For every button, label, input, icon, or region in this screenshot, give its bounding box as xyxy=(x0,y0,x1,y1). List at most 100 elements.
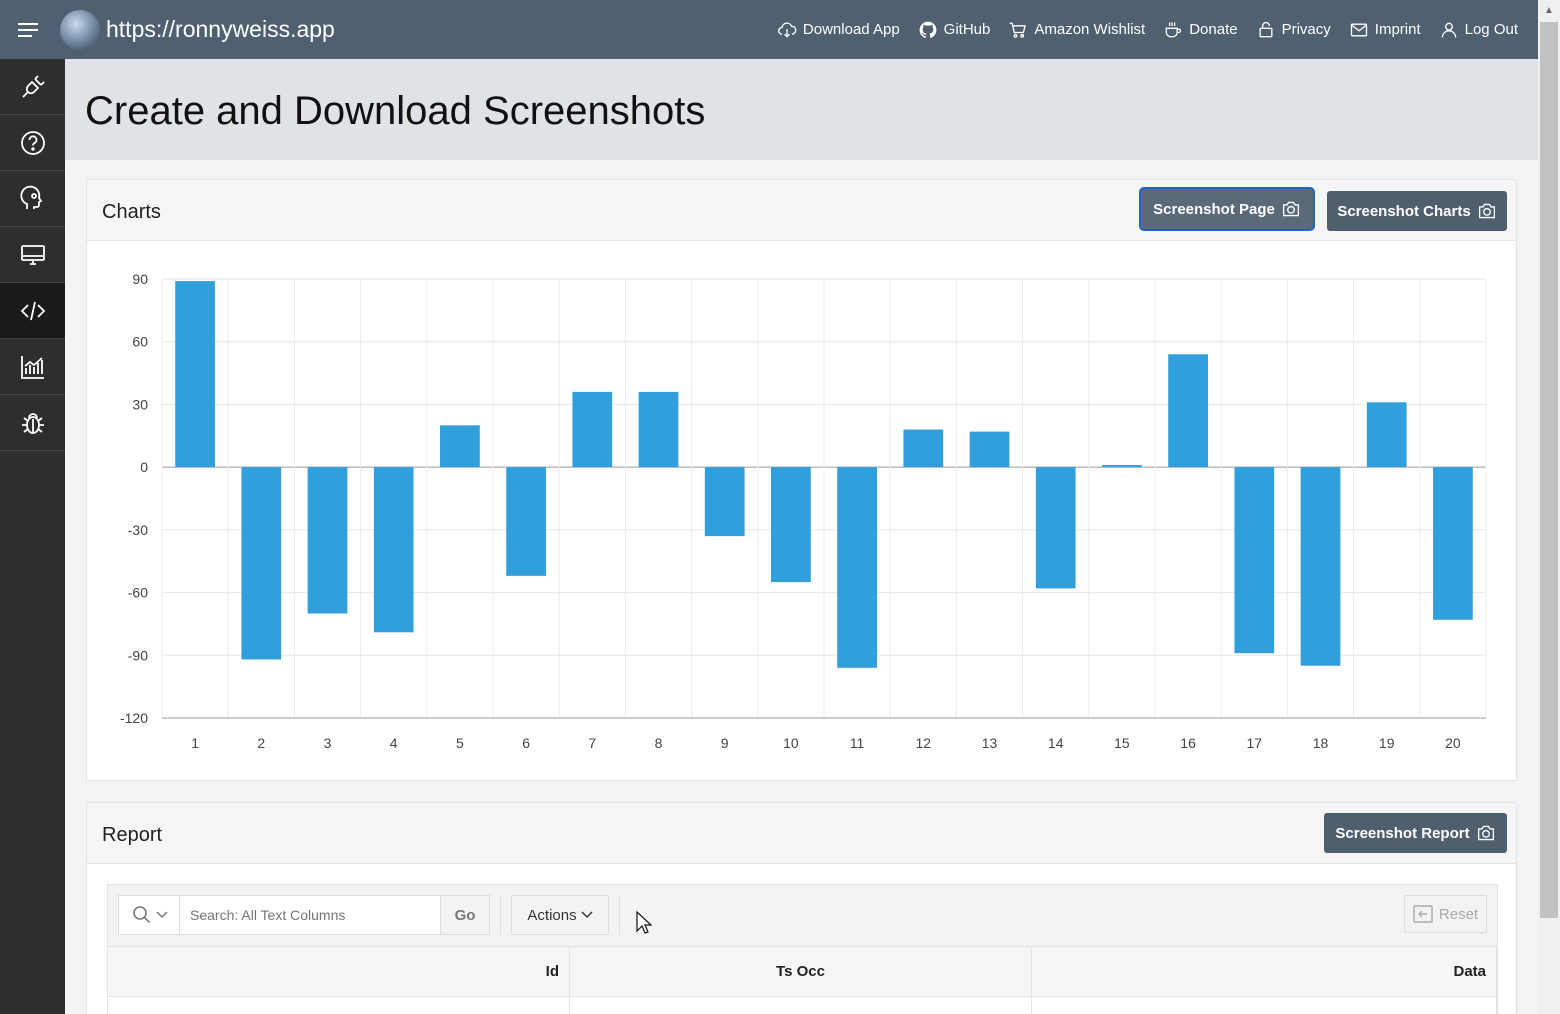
cell-ts-occ: 12-SEP-21 xyxy=(570,997,1032,1014)
sidebar-item-profile[interactable] xyxy=(0,171,65,227)
bar xyxy=(241,467,282,660)
button-label: Screenshot Page xyxy=(1153,200,1275,218)
hamburger-icon xyxy=(18,22,38,37)
sidebar-item-charts[interactable] xyxy=(0,339,65,395)
mouse-cursor-icon xyxy=(636,911,652,934)
x-tick-label: 15 xyxy=(1114,735,1130,751)
screenshot-charts-button[interactable]: Screenshot Charts xyxy=(1327,191,1507,231)
menu-toggle-button[interactable] xyxy=(0,0,58,59)
sidebar-item-help[interactable] xyxy=(0,115,65,171)
column-header-ts-occ[interactable]: Ts Occ xyxy=(570,947,1032,996)
bar xyxy=(307,467,348,614)
bar xyxy=(1168,354,1208,468)
bar xyxy=(373,467,414,633)
sidebar-item-code[interactable] xyxy=(0,283,65,339)
plug-icon xyxy=(21,74,45,98)
nav-privacy[interactable]: Privacy xyxy=(1256,20,1331,40)
y-tick-label: -30 xyxy=(128,522,148,538)
x-tick-label: 8 xyxy=(655,735,663,751)
coffee-icon xyxy=(1165,22,1182,37)
app-title-link[interactable]: https://ronnyweiss.app xyxy=(106,16,335,43)
search-icon xyxy=(132,906,150,924)
bug-icon xyxy=(21,412,44,434)
charts-region-header: Charts Screenshot Page Screenshot Charts xyxy=(87,180,1516,241)
head-profile-icon xyxy=(19,185,42,209)
nav-label: Log Out xyxy=(1464,21,1518,38)
report-table: Id Ts Occ Data 1 12-SEP-21 43.65 xyxy=(107,946,1498,1014)
bar xyxy=(638,391,679,468)
screenshot-page-button[interactable]: Screenshot Page xyxy=(1141,189,1313,229)
page-title: Create and Download Screenshots xyxy=(85,89,706,133)
table-header-row: Id Ts Occ Data xyxy=(108,947,1497,997)
camera-icon xyxy=(1477,825,1494,841)
sidebar-item-debug[interactable] xyxy=(0,395,65,451)
download-cloud-icon xyxy=(778,22,797,38)
bar xyxy=(1300,467,1341,666)
cell-data: 43.65 xyxy=(1032,997,1497,1014)
column-header-data[interactable]: Data xyxy=(1032,947,1497,996)
mail-icon xyxy=(1350,23,1367,36)
x-tick-label: 20 xyxy=(1445,735,1461,751)
sidebar-item-desktop[interactable] xyxy=(0,227,65,283)
report-region-header: Report Screenshot Report xyxy=(87,803,1516,864)
chevron-down-icon xyxy=(581,911,593,919)
nav-label: Donate xyxy=(1189,21,1238,38)
camera-icon xyxy=(1478,203,1495,219)
x-tick-label: 17 xyxy=(1247,735,1263,751)
nav-label: Download App xyxy=(802,21,900,38)
nav-log-out[interactable]: Log Out xyxy=(1439,20,1518,40)
nav-github[interactable]: GitHub xyxy=(918,20,991,40)
reset-label: Reset xyxy=(1438,905,1479,923)
nav-label: GitHub xyxy=(943,21,991,38)
bar xyxy=(771,467,811,583)
nav-label: Imprint xyxy=(1374,21,1421,38)
bar xyxy=(837,467,877,668)
bar-chart-icon xyxy=(20,355,44,379)
actions-label: Actions xyxy=(527,906,577,924)
bar xyxy=(1366,402,1407,468)
nav-download-app[interactable]: Download App xyxy=(777,20,900,40)
scrollbar-thumb[interactable] xyxy=(1540,22,1558,918)
x-tick-label: 18 xyxy=(1313,735,1329,751)
nav-label: Amazon Wishlist xyxy=(1034,21,1146,38)
user-icon xyxy=(1441,22,1456,38)
column-header-id[interactable]: Id xyxy=(108,947,570,996)
reset-icon xyxy=(1413,905,1433,923)
code-icon xyxy=(20,301,45,320)
nav-amazon-wishlist[interactable]: Amazon Wishlist xyxy=(1008,20,1145,40)
nav-donate[interactable]: Donate xyxy=(1163,20,1238,40)
bar xyxy=(506,467,546,576)
scroll-up-arrow-icon[interactable]: ▲ xyxy=(1538,0,1560,20)
x-tick-label: 12 xyxy=(916,735,932,751)
screenshot-report-button[interactable]: Screenshot Report xyxy=(1324,813,1507,853)
x-tick-label: 16 xyxy=(1180,735,1196,751)
y-tick-label: 30 xyxy=(132,396,148,412)
table-row: 1 12-SEP-21 43.65 xyxy=(108,997,1497,1014)
x-tick-label: 1 xyxy=(191,735,199,751)
charts-region: Charts Screenshot Page Screenshot Charts… xyxy=(86,179,1517,781)
y-tick-label: 90 xyxy=(132,271,148,287)
report-toolbar: Go Actions Reset xyxy=(107,884,1498,946)
bar xyxy=(1234,467,1275,654)
bar xyxy=(440,425,480,468)
x-tick-label: 4 xyxy=(390,735,398,751)
help-icon xyxy=(20,130,45,155)
bar xyxy=(1035,467,1076,589)
report-region: Report Screenshot Report Go Actions Rese… xyxy=(86,802,1517,1014)
x-tick-label: 7 xyxy=(588,735,596,751)
search-column-selector[interactable] xyxy=(118,895,180,935)
nav-imprint[interactable]: Imprint xyxy=(1349,20,1421,40)
lock-icon xyxy=(1259,21,1273,37)
nav-label: Privacy xyxy=(1281,21,1331,38)
go-button[interactable]: Go xyxy=(440,895,490,935)
x-tick-label: 2 xyxy=(257,735,265,751)
actions-menu-button[interactable]: Actions xyxy=(511,895,609,935)
sidebar-item-plugins[interactable] xyxy=(0,59,65,115)
report-search-input[interactable] xyxy=(179,895,441,935)
report-region-title: Report xyxy=(102,824,163,846)
bar xyxy=(969,431,1010,468)
y-tick-label: 0 xyxy=(140,459,148,475)
reset-button[interactable]: Reset xyxy=(1404,895,1487,933)
bar xyxy=(704,467,745,537)
app-logo[interactable] xyxy=(60,9,100,50)
